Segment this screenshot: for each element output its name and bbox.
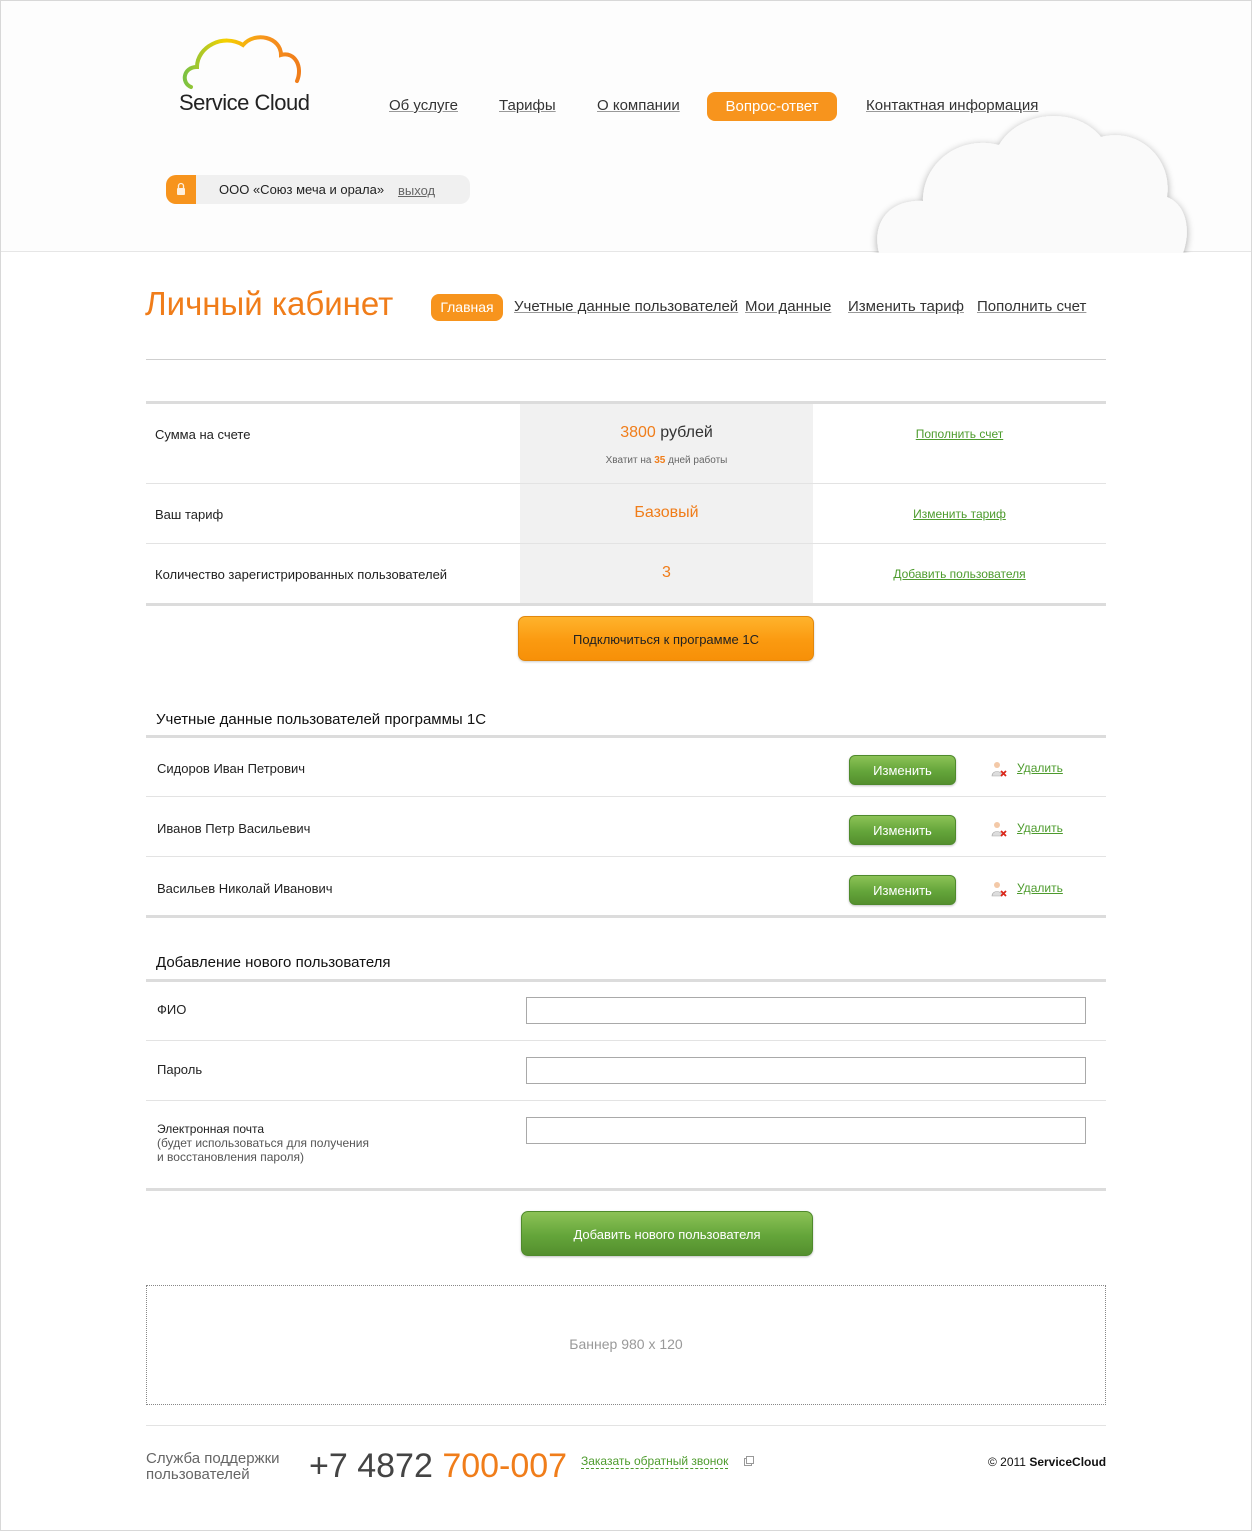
connect-1c-button[interactable]: Подключиться к программе 1С: [518, 616, 814, 661]
user-delete-icon[interactable]: [990, 820, 1008, 838]
delete-user-link[interactable]: Удалить: [1017, 761, 1063, 775]
change-tariff-link[interactable]: Изменить тариф: [813, 507, 1106, 521]
header: Service Cloud Об услуге Тарифы О компани…: [1, 1, 1251, 253]
user-name: Сидоров Иван Петрович: [157, 761, 306, 776]
balance-amount: 3800: [620, 424, 656, 441]
balance-hint-prefix: Хватит на: [605, 455, 652, 466]
banner-placeholder[interactable]: Баннер 980 х 120: [146, 1285, 1106, 1405]
tariff-label: Ваш тариф: [155, 507, 224, 522]
balance-hint: Хватит на 35 дней работы: [520, 455, 813, 466]
tariff-value: Базовый: [634, 504, 699, 521]
fio-field[interactable]: [526, 997, 1086, 1024]
copyright-brand: ServiceCloud: [1029, 1455, 1107, 1469]
copyright: © 2011 ServiceCloud: [988, 1455, 1106, 1469]
divider: [146, 359, 1106, 360]
balance-label: Сумма на счете: [155, 427, 251, 442]
support-phone: +7 4872 700-007: [309, 1447, 567, 1486]
row-divider: [146, 1040, 1106, 1041]
phone-number: 700-007: [442, 1447, 568, 1485]
tab-user-credentials[interactable]: Учетные данные пользователей: [514, 298, 738, 315]
account-company: ООО «Союз меча и орала»: [219, 182, 385, 197]
fio-label: ФИО: [157, 1002, 187, 1017]
nav-item-tariffs[interactable]: Тарифы: [499, 97, 556, 114]
form-top-border: [146, 979, 1106, 982]
users-section-title: Учетные данные пользователей программы 1…: [156, 711, 487, 728]
edit-user-button[interactable]: Изменить: [849, 755, 956, 785]
users-count-value: 3: [662, 564, 671, 581]
cloud-decoration-icon: [877, 115, 1187, 253]
user-name: Васильев Николай Иванович: [157, 881, 333, 896]
delete-user-link[interactable]: Удалить: [1017, 821, 1063, 835]
lock-icon: [177, 182, 185, 195]
callback-link[interactable]: Заказать обратный звонок: [581, 1454, 729, 1469]
account-bar: ООО «Союз меча и орала» выход: [166, 175, 470, 204]
delete-user-link[interactable]: Удалить: [1017, 881, 1063, 895]
nav-item-faq[interactable]: Вопрос-ответ: [707, 92, 837, 121]
table-bottom-border: [146, 603, 1106, 606]
balance-hint-suffix: дней работы: [668, 455, 728, 466]
nav-item-company[interactable]: О компании: [597, 97, 680, 114]
support-line1: Служба поддержки: [146, 1450, 280, 1467]
edit-user-button[interactable]: Изменить: [849, 875, 956, 905]
nav-item-contacts[interactable]: Контактная информация: [866, 97, 1038, 114]
password-label: Пароль: [157, 1062, 203, 1077]
footer-divider: [146, 1425, 1106, 1426]
account-lock-box: [166, 175, 196, 204]
tab-my-data[interactable]: Мои данные: [745, 298, 831, 315]
page-title: Личный кабинет: [145, 285, 394, 322]
user-name: Иванов Петр Васильевич: [157, 821, 311, 836]
user-delete-icon[interactable]: [990, 880, 1008, 898]
add-user-title: Добавление нового пользователя: [156, 954, 391, 971]
balance-hint-days: 35: [654, 455, 666, 466]
email-label: Электронная почта: [157, 1122, 265, 1136]
logout-link[interactable]: выход: [398, 183, 435, 198]
email-note-line2: и восстановления пароля): [157, 1150, 304, 1164]
form-bottom-border: [146, 1188, 1106, 1191]
external-link-icon[interactable]: [744, 1456, 754, 1466]
password-field[interactable]: [526, 1057, 1086, 1084]
add-new-user-button[interactable]: Добавить нового пользователя: [521, 1211, 813, 1256]
row-divider: [146, 796, 1106, 797]
email-label-block: Электронная почта (будет использоваться …: [157, 1122, 369, 1164]
tab-main[interactable]: Главная: [431, 294, 503, 321]
users-table-bottom-border: [146, 915, 1106, 918]
balance-value: 3800 рублей: [520, 424, 813, 442]
row-divider: [146, 1100, 1106, 1101]
row-divider: [146, 543, 1106, 544]
tab-change-tariff[interactable]: Изменить тариф: [848, 298, 964, 315]
balance-currency: рублей: [660, 424, 713, 441]
copyright-prefix: © 2011: [988, 1455, 1026, 1469]
banner-text: Баннер 980 х 120: [569, 1336, 683, 1352]
top-up-link[interactable]: Пополнить счет: [813, 427, 1106, 441]
support-line2: пользователей: [146, 1466, 250, 1483]
add-user-link[interactable]: Добавить пользователя: [813, 567, 1106, 581]
row-divider: [146, 856, 1106, 857]
support-label: Служба поддержки пользователей: [146, 1451, 280, 1483]
email-field[interactable]: [526, 1117, 1086, 1144]
nav-item-about[interactable]: Об услуге: [389, 97, 458, 114]
logo-text[interactable]: Service Cloud: [179, 90, 310, 116]
tab-top-up[interactable]: Пополнить счет: [977, 298, 1086, 315]
user-delete-icon[interactable]: [990, 760, 1008, 778]
users-count-label: Количество зарегистрированных пользовате…: [155, 567, 448, 582]
users-table-top-border: [146, 735, 1106, 738]
email-note-line1: (будет использоваться для получения: [157, 1136, 369, 1150]
row-divider: [146, 483, 1106, 484]
edit-user-button[interactable]: Изменить: [849, 815, 956, 845]
phone-prefix: +7 4872: [309, 1447, 433, 1485]
